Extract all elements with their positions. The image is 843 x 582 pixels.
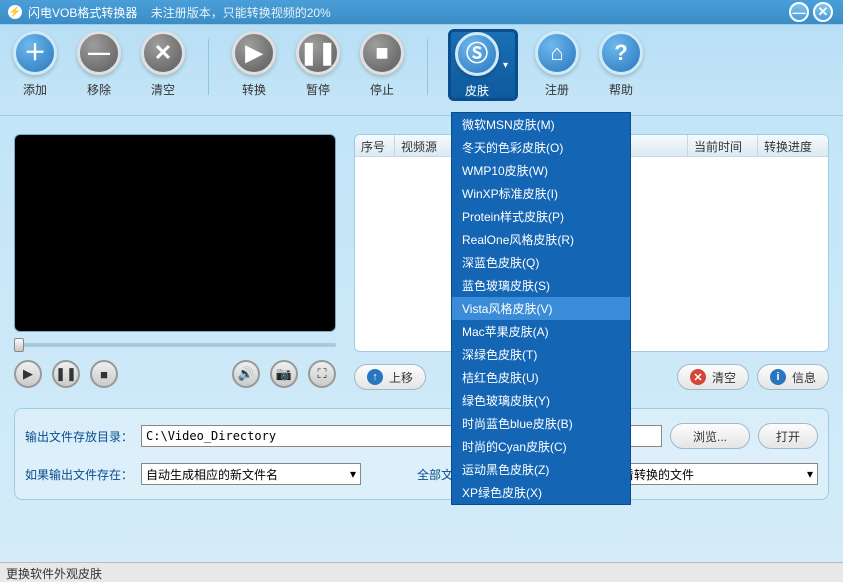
add-button[interactable]: ＋: [13, 31, 57, 75]
pause-button[interactable]: ❚❚: [296, 31, 340, 75]
skin-menu-item[interactable]: 蓝色玻璃皮肤(S): [452, 274, 630, 297]
skin-menu-item[interactable]: Vista风格皮肤(V): [452, 297, 630, 320]
skin-menu-item[interactable]: 时尚蓝色blue皮肤(B): [452, 412, 630, 435]
remove-button[interactable]: —: [77, 31, 121, 75]
app-title: 闪电VOB格式转换器 未注册版本，只能转换视频的20%: [28, 4, 835, 21]
info-button[interactable]: i信息: [757, 364, 829, 390]
toolbar: ＋添加 —移除 ✕清空 ▶转换 ❚❚暂停 ■停止 Ⓢ 皮肤 ▾ 微软MSN皮肤(…: [0, 24, 843, 116]
skin-menu-item[interactable]: Mac苹果皮肤(A): [452, 320, 630, 343]
skin-menu-item[interactable]: 桔红色皮肤(U): [452, 366, 630, 389]
skin-menu-item[interactable]: WMP10皮肤(W): [452, 159, 630, 182]
register-button[interactable]: ⌂: [535, 31, 579, 75]
clear-list-button[interactable]: ✕清空: [677, 364, 749, 390]
skin-menu-item[interactable]: Protein样式皮肤(P): [452, 205, 630, 228]
skin-button[interactable]: Ⓢ: [455, 32, 499, 76]
chevron-down-icon[interactable]: ▾: [499, 60, 511, 71]
open-button[interactable]: 打开: [758, 423, 818, 449]
status-bar: 更换软件外观皮肤: [0, 562, 843, 582]
skin-menu-item[interactable]: 冬天的色彩皮肤(O): [452, 136, 630, 159]
skin-menu-item[interactable]: 时尚的Cyan皮肤(C): [452, 435, 630, 458]
skin-menu-item[interactable]: WinXP标准皮肤(I): [452, 182, 630, 205]
minimize-button[interactable]: —: [789, 2, 809, 22]
video-preview: [14, 134, 336, 332]
skin-menu-item[interactable]: 微软MSN皮肤(M): [452, 113, 630, 136]
seek-slider[interactable]: [14, 336, 336, 354]
skin-menu-item[interactable]: 深蓝色皮肤(Q): [452, 251, 630, 274]
output-dir-label: 输出文件存放目录：: [25, 428, 133, 445]
exists-select[interactable]: 自动生成相应的新文件名: [141, 463, 361, 485]
skin-menu-item[interactable]: 深绿色皮肤(T): [452, 343, 630, 366]
play-icon[interactable]: ▶: [14, 360, 42, 388]
convert-button[interactable]: ▶: [232, 31, 276, 75]
skin-dropdown[interactable]: Ⓢ 皮肤 ▾ 微软MSN皮肤(M)冬天的色彩皮肤(O)WMP10皮肤(W)Win…: [448, 29, 518, 101]
titlebar: ⚡ 闪电VOB格式转换器 未注册版本，只能转换视频的20% — ✕: [0, 0, 843, 24]
app-icon: ⚡: [8, 5, 22, 19]
move-up-button[interactable]: ↑上移: [354, 364, 426, 390]
clear-button[interactable]: ✕: [141, 31, 185, 75]
skin-menu-item[interactable]: 绿色玻璃皮肤(Y): [452, 389, 630, 412]
skin-menu: 微软MSN皮肤(M)冬天的色彩皮肤(O)WMP10皮肤(W)WinXP标准皮肤(…: [451, 112, 631, 505]
skin-menu-item[interactable]: RealOne风格皮肤(R): [452, 228, 630, 251]
fullscreen-icon[interactable]: ⛶: [308, 360, 336, 388]
skin-menu-item[interactable]: 运动黑色皮肤(Z): [452, 458, 630, 481]
output-panel: 输出文件存放目录： 浏览... 打开 如果输出文件存在： 自动生成相应的新文件名…: [14, 408, 829, 500]
stop-icon[interactable]: ■: [90, 360, 118, 388]
close-button[interactable]: ✕: [813, 2, 833, 22]
stop-button[interactable]: ■: [360, 31, 404, 75]
skin-menu-item[interactable]: XP绿色皮肤(X): [452, 481, 630, 504]
volume-icon[interactable]: 🔊: [232, 360, 260, 388]
browse-button[interactable]: 浏览...: [670, 423, 750, 449]
snapshot-icon[interactable]: 📷: [270, 360, 298, 388]
help-button[interactable]: ?: [599, 31, 643, 75]
pause-icon[interactable]: ❚❚: [52, 360, 80, 388]
exists-label: 如果输出文件存在：: [25, 466, 133, 483]
